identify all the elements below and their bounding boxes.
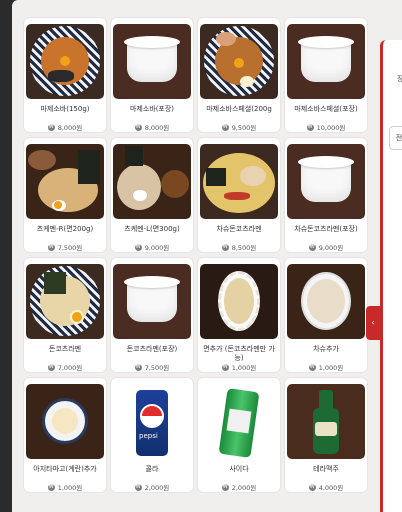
- menu-item-card[interactable]: pepsi 콜라 ₩ 2,000원: [111, 378, 193, 492]
- menu-item-image: [200, 384, 278, 459]
- panel-toggle-tab[interactable]: ‹: [366, 306, 380, 340]
- won-icon: ₩: [47, 363, 55, 371]
- won-icon: ₩: [221, 483, 229, 491]
- chevron-left-icon: ‹: [371, 318, 375, 327]
- menu-item-card[interactable]: 차슈돈코츠라멘 ₩ 8,500원: [198, 138, 280, 252]
- menu-item-card[interactable]: 츠케멘-L(면300g) ₩ 9,000원: [111, 138, 193, 252]
- menu-item-price: ₩ 2,000원: [221, 483, 257, 492]
- menu-item-image: [287, 264, 365, 339]
- menu-grid: 마제소바(150g) ₩ 8,000원 마제소바(포장) ₩ 8,000원 마제…: [24, 18, 376, 492]
- menu-item-name: 사이다: [229, 464, 249, 473]
- menu-item-image: [287, 144, 365, 219]
- menu-item-name: 차슈추가: [313, 344, 339, 353]
- menu-item-name: 마제소바(포장): [129, 104, 175, 113]
- menu-item-name: 마제소바(150g): [40, 104, 90, 113]
- menu-item-card[interactable]: 면추가 (돈코츠라멘만 가능) ₩ 1,000원: [198, 258, 280, 372]
- menu-item-price: ₩ 9,000원: [308, 243, 344, 252]
- menu-item-image: [200, 24, 278, 99]
- menu-item-card[interactable]: 돈코츠라멘(포장) ₩ 7,500원: [111, 258, 193, 372]
- menu-item-name: 차슈돈코츠라멘: [216, 224, 262, 233]
- menu-item-card[interactable]: 차슈돈코츠라멘(포장) ₩ 9,000원: [285, 138, 367, 252]
- menu-item-name: 츠케멘-L(면300g): [124, 224, 180, 233]
- menu-item-price: ₩ 1,000원: [308, 363, 344, 372]
- menu-item-price: ₩ 9,500원: [221, 123, 257, 132]
- cart-panel-button[interactable]: 전: [389, 126, 402, 150]
- won-icon: ₩: [134, 483, 142, 491]
- menu-item-image: [26, 384, 104, 459]
- menu-item-name: 차슈돈코츠라멘(포장): [294, 224, 358, 233]
- menu-item-name: 테라맥주: [313, 464, 339, 473]
- menu-item-price: ₩ 8,000원: [47, 123, 83, 132]
- won-icon: ₩: [221, 123, 229, 131]
- menu-item-image: [200, 144, 278, 219]
- menu-item-name: 면추가 (돈코츠라멘만 가능): [203, 344, 275, 362]
- menu-item-price: ₩ 7,500원: [47, 243, 83, 252]
- menu-item-name: 콜라: [145, 464, 159, 473]
- won-icon: ₩: [306, 123, 314, 131]
- cart-side-panel: 장 전: [380, 40, 402, 512]
- menu-item-image: pepsi: [113, 384, 191, 459]
- menu-item-card[interactable]: 아지타마고(계란)추가 ₩ 1,000원: [24, 378, 106, 492]
- won-icon: ₩: [308, 363, 316, 371]
- won-icon: ₩: [308, 483, 316, 491]
- menu-item-price: ₩ 8,000원: [134, 123, 170, 132]
- menu-item-name: 돈코츠라멘(포장): [126, 344, 178, 353]
- won-icon: ₩: [134, 363, 142, 371]
- menu-item-price: ₩ 10,000원: [306, 123, 346, 132]
- menu-item-price: ₩ 4,000원: [308, 483, 344, 492]
- won-icon: ₩: [308, 243, 316, 251]
- menu-item-card[interactable]: 테라맥주 ₩ 4,000원: [285, 378, 367, 492]
- won-icon: ₩: [221, 363, 229, 371]
- menu-item-price: ₩ 7,500원: [134, 363, 170, 372]
- menu-item-card[interactable]: 사이다 ₩ 2,000원: [198, 378, 280, 492]
- menu-item-image: [26, 264, 104, 339]
- menu-item-image: [113, 24, 191, 99]
- menu-item-price: ₩ 1,000원: [221, 363, 257, 372]
- menu-item-image: [200, 264, 278, 339]
- menu-item-image: [113, 144, 191, 219]
- won-icon: ₩: [47, 483, 55, 491]
- menu-item-price: ₩ 8,500원: [221, 243, 257, 252]
- kiosk-screen: 마제소바(150g) ₩ 8,000원 마제소바(포장) ₩ 8,000원 마제…: [12, 0, 402, 512]
- menu-item-name: 마제소바스페셜(포장): [294, 104, 358, 113]
- menu-item-image: [26, 24, 104, 99]
- menu-item-card[interactable]: 츠케멘-R(면200g) ₩ 7,500원: [24, 138, 106, 252]
- menu-item-card[interactable]: 마제소바스페셜(포장) ₩ 10,000원: [285, 18, 367, 132]
- menu-item-card[interactable]: 마제소바스페셜(200g ₩ 9,500원: [198, 18, 280, 132]
- menu-item-card[interactable]: 차슈추가 ₩ 1,000원: [285, 258, 367, 372]
- menu-item-image: [287, 24, 365, 99]
- menu-item-name: 마제소바스페셜(200g: [206, 104, 272, 113]
- won-icon: ₩: [47, 243, 55, 251]
- won-icon: ₩: [134, 243, 142, 251]
- menu-item-card[interactable]: 돈코츠라멘 ₩ 7,000원: [24, 258, 106, 372]
- cart-panel-label: 장: [397, 75, 402, 83]
- menu-item-image: [113, 264, 191, 339]
- menu-item-card[interactable]: 마제소바(포장) ₩ 8,000원: [111, 18, 193, 132]
- menu-item-price: ₩ 1,000원: [47, 483, 83, 492]
- menu-item-name: 츠케멘-R(면200g): [36, 224, 94, 233]
- menu-item-name: 돈코츠라멘: [48, 344, 82, 353]
- won-icon: ₩: [134, 123, 142, 131]
- menu-item-image: [287, 384, 365, 459]
- menu-item-price: ₩ 7,000원: [47, 363, 83, 372]
- won-icon: ₩: [221, 243, 229, 251]
- menu-item-name: 아지타마고(계란)추가: [33, 464, 97, 473]
- won-icon: ₩: [47, 123, 55, 131]
- menu-item-card[interactable]: 마제소바(150g) ₩ 8,000원: [24, 18, 106, 132]
- menu-item-price: ₩ 2,000원: [134, 483, 170, 492]
- menu-item-image: [26, 144, 104, 219]
- menu-item-price: ₩ 9,000원: [134, 243, 170, 252]
